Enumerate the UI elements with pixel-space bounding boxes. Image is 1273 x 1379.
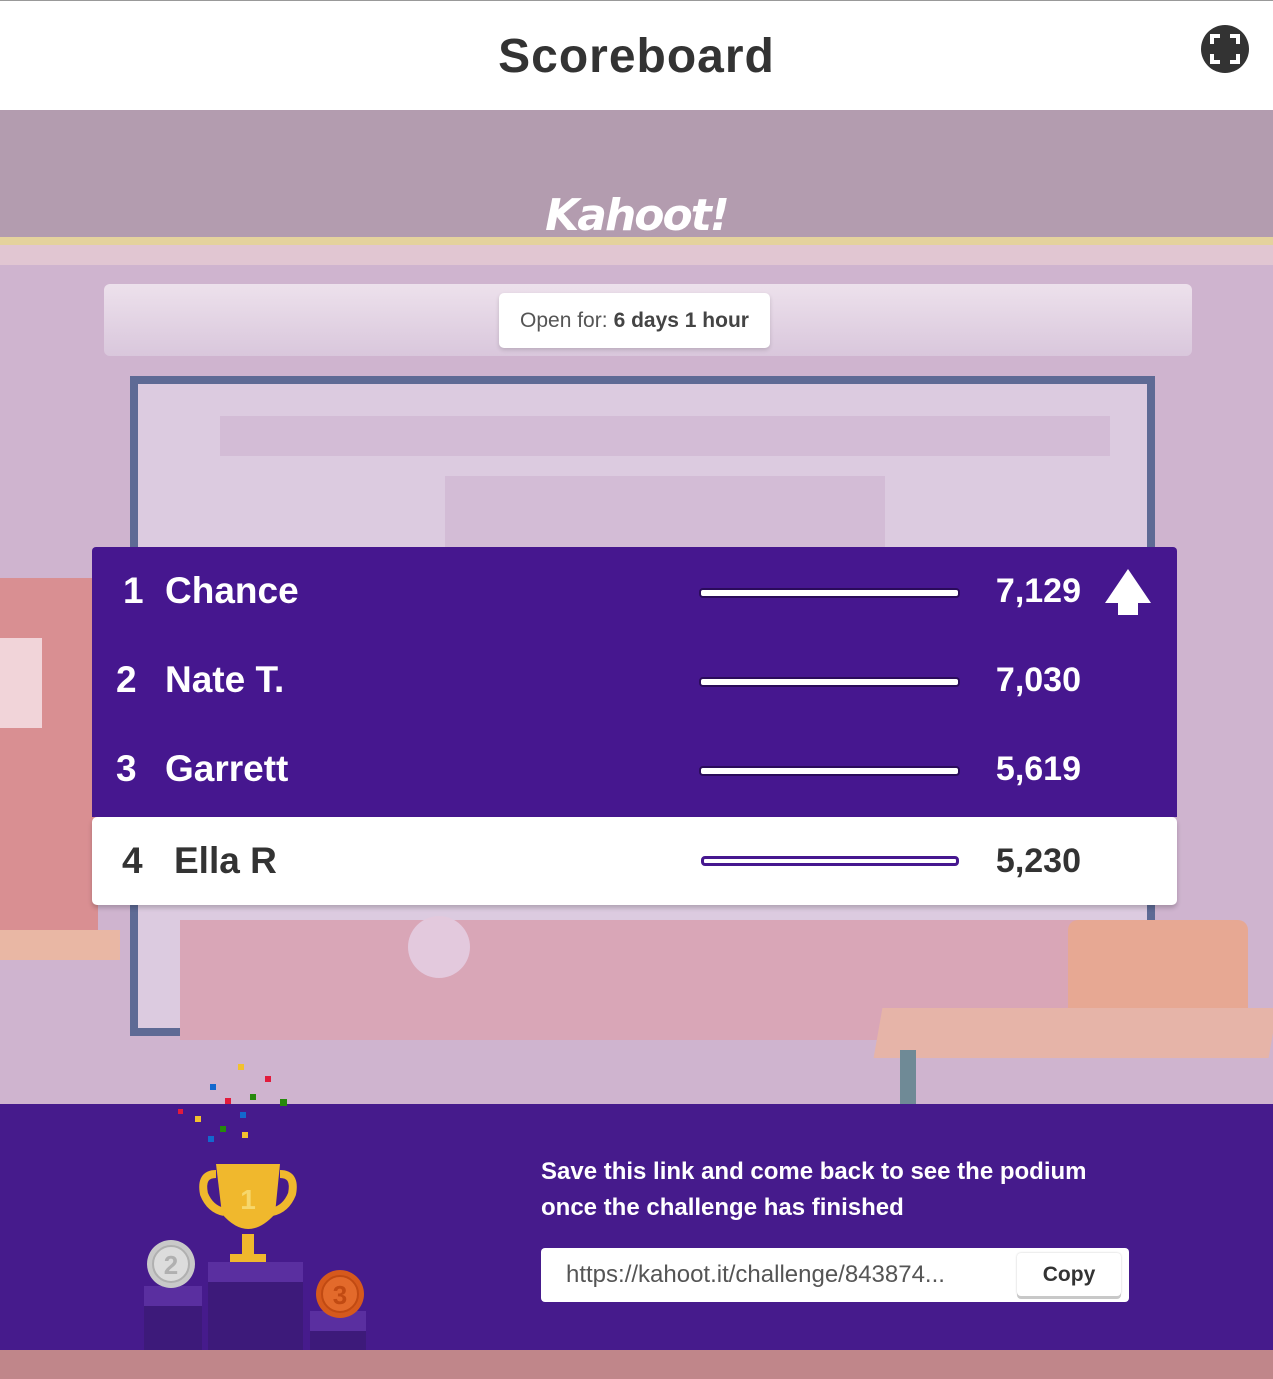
podium-trophy-illustration: 1 2 3 [144, 1064, 366, 1354]
page-title: Scoreboard [498, 30, 775, 83]
screen-decoration [445, 476, 885, 556]
player-score: 7,129 [995, 572, 1081, 610]
open-for-badge: Open for: 6 days 1 hour [499, 293, 770, 348]
score-bar [699, 588, 960, 598]
scoreboard: 1 Chance 7,129 2 Nate T. 7,030 3 Garrett… [92, 547, 1177, 905]
screen-decoration [220, 416, 1110, 456]
player-rank: 2 [116, 659, 137, 700]
copy-button[interactable]: Copy [1017, 1253, 1121, 1296]
score-bar [701, 856, 959, 866]
shelf [0, 930, 120, 960]
chair [1068, 920, 1248, 1010]
player-rank: 3 [116, 748, 137, 789]
player-score: 7,030 [995, 661, 1081, 699]
floor-strip [0, 1350, 1273, 1379]
desk-leg [900, 1050, 916, 1110]
trophy-rank: 1 [240, 1184, 256, 1215]
kahoot-logo: Kahoot! [545, 190, 730, 241]
score-bar [699, 766, 960, 776]
desk [873, 1008, 1273, 1058]
player-name: Ella R [174, 840, 277, 881]
header-bar: Scoreboard [0, 0, 1273, 110]
fullscreen-button[interactable] [1201, 25, 1249, 73]
bulletin-board [0, 578, 98, 948]
medal-rank: 2 [164, 1250, 178, 1280]
open-for-value: 6 days 1 hour [613, 308, 749, 332]
player-score: 5,619 [995, 750, 1081, 788]
challenge-link-input[interactable] [541, 1248, 1011, 1302]
save-link-message: Save this link and come back to see the … [541, 1158, 1087, 1221]
share-link-box: Copy [541, 1248, 1129, 1302]
player-name: Chance [165, 570, 299, 611]
scoreboard-row: 1 Chance 7,129 [92, 547, 1177, 636]
circle-decoration [408, 916, 470, 978]
fullscreen-icon [1210, 34, 1240, 64]
footer-panel: 1 2 3 Save this link and come back to se… [0, 1064, 1273, 1354]
player-rank: 4 [122, 840, 143, 881]
bulletin-note [0, 638, 42, 728]
scoreboard-row: 2 Nate T. 7,030 [92, 636, 1177, 725]
player-rank: 1 [123, 570, 144, 611]
wall-molding [0, 237, 1273, 265]
player-name: Garrett [165, 748, 289, 789]
scoreboard-row: 3 Garrett 5,619 [92, 725, 1177, 814]
medal-rank: 3 [333, 1280, 347, 1310]
up-arrow-icon [1105, 569, 1151, 615]
scoreboard-row-current-player: 4 Ella R 5,230 [92, 817, 1177, 905]
player-score: 5,230 [995, 842, 1081, 880]
score-bar [699, 677, 960, 687]
open-for-label: Open for: [520, 308, 608, 332]
player-name: Nate T. [165, 659, 285, 700]
